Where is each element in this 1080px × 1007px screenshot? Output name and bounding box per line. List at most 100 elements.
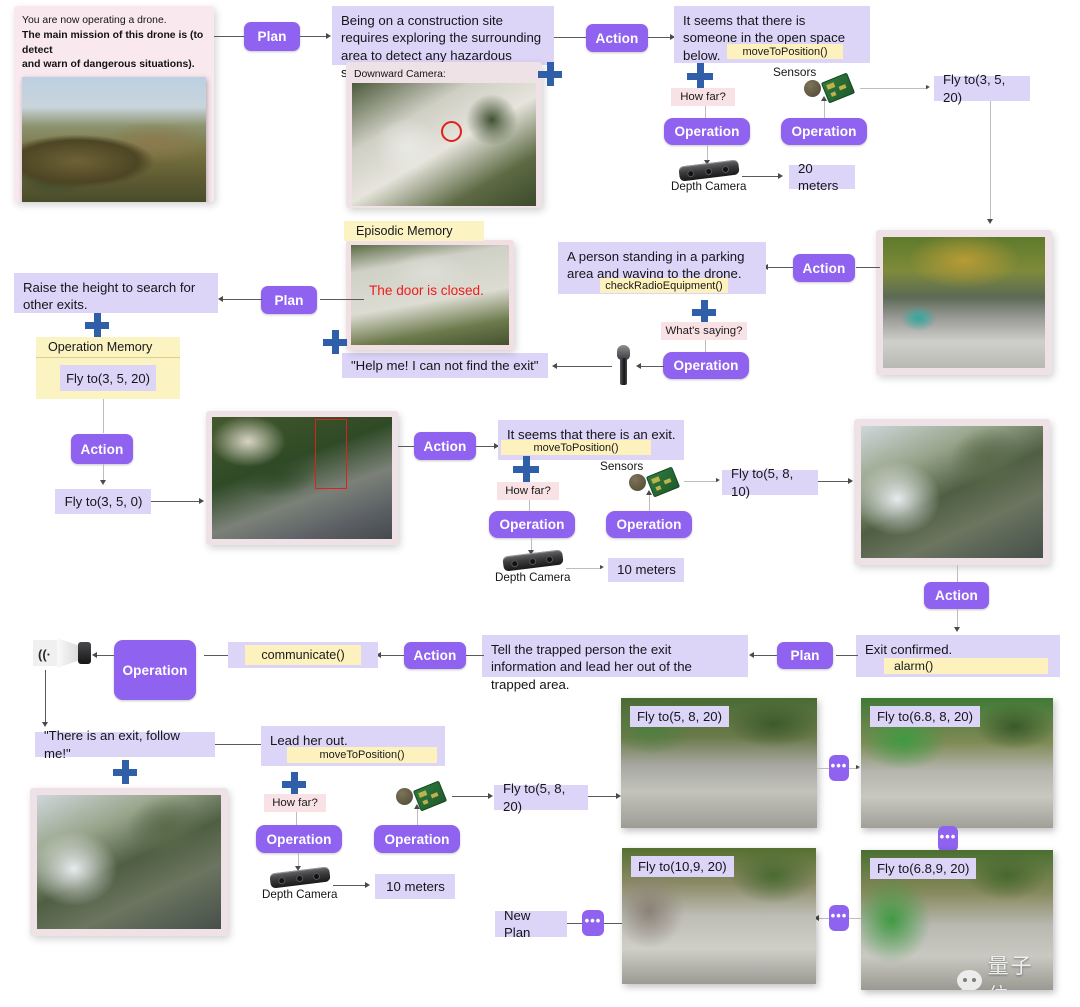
episodic-memory-photo: The door is closed. — [351, 245, 509, 345]
action-button-2[interactable]: Action — [793, 254, 855, 282]
plus-icon-4 — [323, 330, 347, 354]
microphone-icon — [613, 345, 635, 387]
how-far-chip-1: How far? — [671, 88, 735, 106]
sensors-icon-2 — [629, 466, 681, 498]
code-text: checkRadioEquipment() — [605, 279, 723, 292]
operation-label: Operation — [122, 662, 188, 678]
operation-memory-card: Operation Memory Fly to(3, 5, 20) — [36, 337, 180, 399]
sound-wave-icon: ((· — [38, 647, 51, 662]
tell-person-text: Tell the trapped person the exit informa… — [491, 642, 692, 692]
operation-button-5a[interactable]: Operation — [256, 825, 342, 853]
depth-camera-label-1: Depth Camera — [671, 180, 747, 193]
action-button-3[interactable]: Action — [71, 434, 133, 464]
code-text: communicate() — [261, 647, 345, 662]
plan-label: Plan — [790, 648, 820, 663]
plus-icon-6 — [513, 456, 539, 482]
edge-op3b-sensors2 — [649, 494, 650, 511]
edge-depthcam3-distance3 — [333, 885, 367, 886]
new-plan-label: New Plan — [504, 907, 531, 940]
river-view-photo — [854, 419, 1050, 565]
operation-button-3b[interactable]: Operation — [606, 511, 692, 538]
code-text: moveToPosition() — [533, 441, 619, 454]
dots-button-1[interactable]: ••• — [829, 755, 849, 781]
action-button-5[interactable]: Action — [924, 582, 989, 609]
action-button-6[interactable]: Action — [404, 642, 466, 669]
action-label: Action — [935, 588, 978, 603]
plan-button-1[interactable]: Plan — [244, 22, 300, 51]
operation-button-4[interactable]: Operation — [114, 640, 196, 700]
edge-op1b-sensors — [824, 100, 825, 118]
arrow-plan2-raise — [218, 296, 223, 302]
edge-plan-planbox — [300, 36, 328, 37]
alarm-code-chip: alarm() — [884, 658, 1048, 674]
distance-text: 10 meters — [617, 562, 676, 578]
how-far-text: How far? — [680, 91, 726, 103]
dots-button-4[interactable]: ••• — [582, 910, 604, 936]
arrow-sensors2-flyto2 — [716, 478, 720, 482]
arrow-flyto1-parkphoto — [987, 219, 993, 224]
action-button-1[interactable]: Action — [586, 24, 648, 52]
edge-howfar3-op5 — [296, 812, 297, 826]
arrow-sensors3-flyto3 — [488, 793, 493, 799]
road-photo-3: Fly to(10,9, 20) — [622, 848, 816, 984]
edge-planbox-action1 — [554, 37, 586, 38]
raise-height-box: Raise the height to search for other exi… — [14, 273, 218, 313]
whats-saying-text: What's saying? — [665, 325, 743, 337]
edge-plan3-tellperson — [753, 655, 777, 656]
communicate-box: communicate() — [228, 642, 378, 668]
episodic-memory-header: Episodic Memory — [344, 221, 484, 241]
person-observation-text: A person standing in a parking area and … — [567, 249, 745, 282]
road-photo-4-caption: Fly to(6.8,9, 20) — [870, 858, 977, 879]
operation-button-3a[interactable]: Operation — [489, 511, 575, 538]
arrow-action3-flyto0 — [100, 480, 106, 485]
construction-site-photo — [22, 77, 206, 202]
edge-dots4-newplan — [566, 923, 582, 924]
edge-plan2-raise — [222, 299, 262, 300]
edge-opmem-action3 — [103, 399, 104, 433]
arrow-action5-exitconfirmed — [954, 627, 960, 632]
edge-mic-helpquote — [556, 366, 612, 367]
fly-to-text: Fly to(3, 5, 0) — [64, 493, 143, 509]
topdown-photo-inner — [212, 417, 392, 539]
plan-button-3[interactable]: Plan — [777, 642, 833, 669]
plus-icon-8 — [282, 772, 306, 796]
road-photo-1: Fly to(5, 8, 20) — [621, 698, 817, 828]
dots-button-2[interactable]: ••• — [938, 826, 958, 852]
operation-label: Operation — [384, 831, 450, 847]
code-text: moveToPosition() — [319, 749, 405, 761]
help-quote-box: "Help me! I can not find the exit" — [342, 353, 548, 378]
arrow-dots1-photo2 — [856, 765, 860, 769]
operation-button-1a[interactable]: Operation — [664, 118, 750, 145]
lead-code-chip: moveToPosition() — [287, 747, 437, 763]
operation-button-2[interactable]: Operation — [663, 352, 749, 379]
diagram-canvas: You are now operating a drone. The main … — [0, 0, 1080, 1007]
plan-button-2[interactable]: Plan — [261, 286, 317, 314]
dots-button-3[interactable]: ••• — [829, 905, 849, 931]
distance-text: 20 meters — [798, 160, 839, 193]
help-quote-text: "Help me! I can not find the exit" — [351, 357, 539, 373]
operation-label: Operation — [673, 358, 739, 373]
fly-to-box-3: Fly to(5, 8, 20) — [494, 781, 588, 814]
edge-depthcam2-distance2 — [566, 568, 602, 569]
edge-depthcam-distance1 — [742, 176, 780, 177]
how-far-text: How far? — [272, 797, 318, 809]
edge-photo3-dots4 — [604, 923, 622, 924]
edge-prompt-plan — [214, 36, 244, 37]
topdown-photo — [206, 411, 398, 545]
sensors-icon-3 — [396, 780, 448, 812]
fly-to-box-2: Fly to(5, 8, 10) — [722, 466, 818, 499]
arrow-plan3-tellperson — [749, 652, 754, 658]
action-button-4[interactable]: Action — [414, 432, 476, 460]
speaker-quote-box: "There is an exit, follow me!" — [35, 728, 215, 761]
river-photo-2-inner — [37, 795, 221, 929]
road-photo-2: Fly to(6.8, 8, 20) — [861, 698, 1053, 828]
depth-camera-icon-3 — [269, 866, 331, 889]
door-caption: The door is closed. — [369, 283, 484, 298]
operation-button-5b[interactable]: Operation — [374, 825, 460, 853]
operation-button-1b[interactable]: Operation — [781, 118, 867, 145]
arrow-sensors-flyto1 — [926, 85, 930, 89]
episodic-memory-card: The door is closed. — [346, 240, 514, 350]
speaker-quote-text: "There is an exit, follow me!" — [44, 728, 180, 761]
fly-to-text: Fly to(5, 8, 20) — [503, 781, 566, 814]
edge-action2-personobs — [767, 267, 793, 268]
